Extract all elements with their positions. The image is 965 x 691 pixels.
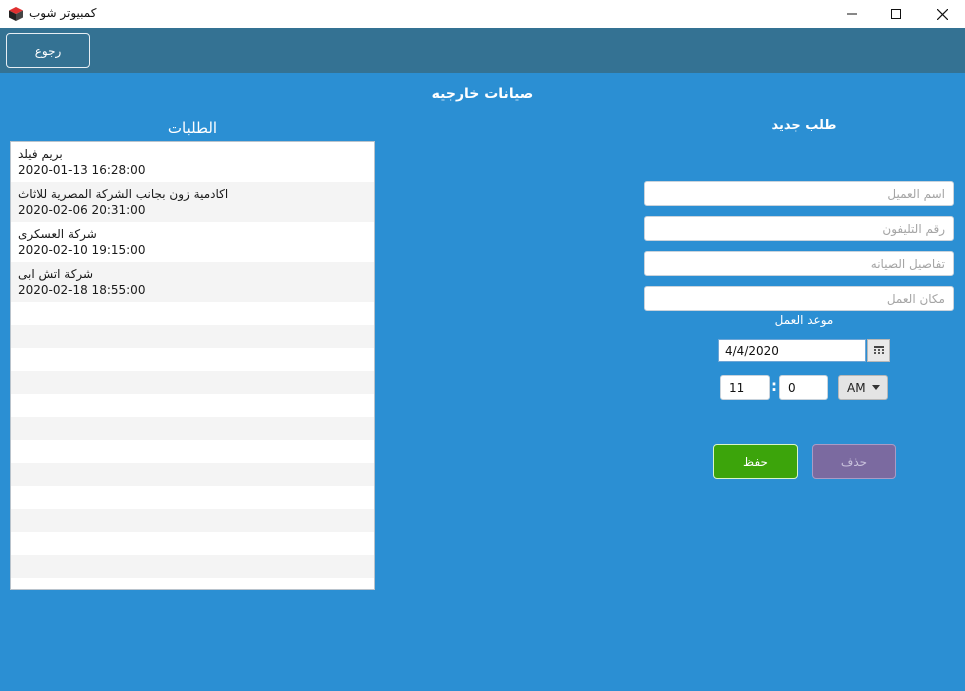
ampm-value: AM (847, 380, 866, 395)
request-name: شركة العسكرى (18, 227, 97, 241)
calendar-button[interactable] (867, 339, 890, 362)
date-picker-input[interactable] (718, 339, 866, 362)
empty-row (11, 348, 374, 371)
request-datetime: 2020-01-13 16:28:00 (18, 163, 146, 177)
calendar-icon (873, 346, 884, 354)
window-title-bar: كمبيوتر شوب (0, 0, 965, 28)
list-item[interactable]: شركة العسكرى 2020-02-10 19:15:00 (11, 222, 374, 262)
minute-input[interactable] (779, 375, 828, 400)
work-location-input[interactable] (644, 286, 954, 311)
ampm-select[interactable]: AM (838, 375, 888, 400)
hour-input[interactable] (720, 375, 770, 400)
empty-row (11, 440, 374, 463)
request-name: بريم فيلد (18, 147, 63, 161)
phone-input[interactable] (644, 216, 954, 241)
save-button[interactable]: حفظ (713, 444, 798, 479)
request-datetime: 2020-02-18 18:55:00 (18, 283, 146, 297)
request-datetime: 2020-02-10 19:15:00 (18, 243, 146, 257)
empty-row (11, 371, 374, 394)
empty-row (11, 302, 374, 325)
maximize-button[interactable] (873, 0, 919, 28)
cube-app-icon (9, 6, 23, 21)
list-item[interactable]: بريم فيلد 2020-01-13 16:28:00 (11, 142, 374, 182)
close-icon (936, 8, 948, 20)
toolbar: رجوع (0, 28, 965, 73)
appointment-label: موعد العمل (774, 313, 834, 327)
page-title: صيانات خارجيه (431, 86, 534, 102)
list-item[interactable]: شركة اتش ابى 2020-02-18 18:55:00 (11, 262, 374, 302)
maximize-icon (891, 9, 901, 19)
empty-row (11, 417, 374, 440)
window-title: كمبيوتر شوب (29, 6, 97, 20)
new-request-title: طلب جديد (771, 118, 837, 133)
minimize-button[interactable] (829, 0, 875, 28)
empty-row (11, 463, 374, 486)
back-button[interactable]: رجوع (6, 33, 90, 68)
empty-row (11, 394, 374, 417)
time-separator: : (771, 377, 777, 395)
empty-row (11, 578, 374, 589)
requests-list-title: الطلبات (167, 119, 218, 137)
list-item[interactable]: اكادمية زون بجانب الشركة المصرية للاثاث … (11, 182, 374, 222)
requests-list[interactable]: بريم فيلد 2020-01-13 16:28:00 اكادمية زو… (10, 141, 375, 590)
chevron-down-icon (871, 385, 880, 390)
minimize-icon (847, 13, 857, 15)
maintenance-details-input[interactable] (644, 251, 954, 276)
request-name: اكادمية زون بجانب الشركة المصرية للاثاث (18, 187, 229, 201)
delete-button[interactable]: حذف (812, 444, 896, 479)
close-button[interactable] (919, 0, 965, 28)
empty-row (11, 532, 374, 555)
empty-row (11, 509, 374, 532)
empty-row (11, 486, 374, 509)
request-name: شركة اتش ابى (18, 267, 94, 281)
empty-row (11, 555, 374, 578)
request-datetime: 2020-02-06 20:31:00 (18, 203, 146, 217)
customer-name-input[interactable] (644, 181, 954, 206)
empty-row (11, 325, 374, 348)
